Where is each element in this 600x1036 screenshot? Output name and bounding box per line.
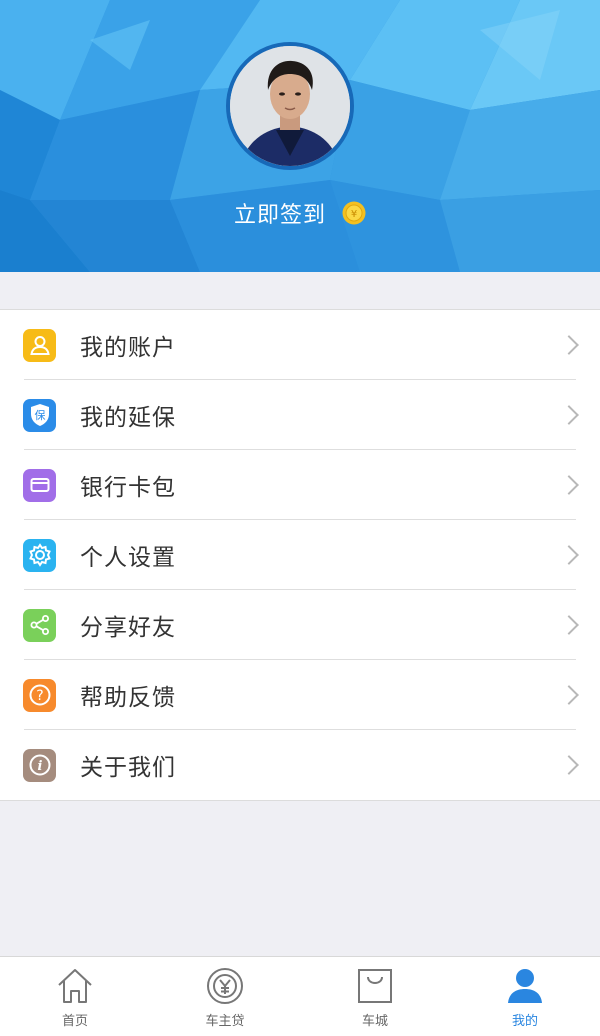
tab-label: 车主贷	[205, 1014, 245, 1029]
menu-item-share-friends[interactable]: 分享好友	[0, 590, 600, 660]
menu-label: 我的延保	[80, 405, 176, 431]
help-icon: ?	[23, 678, 56, 712]
share-icon	[23, 608, 56, 642]
tab-owner-loan[interactable]: 车主贷	[150, 957, 300, 1036]
menu-item-my-warranty[interactable]: 保 我的延保	[0, 380, 600, 450]
menu-label: 个人设置	[80, 545, 176, 571]
profile-icon	[508, 969, 542, 1003]
chevron-right-icon	[559, 755, 579, 775]
checkin-label[interactable]: 立即签到	[234, 197, 326, 229]
gear-icon	[23, 538, 56, 572]
coin-icon[interactable]: ¥	[342, 201, 366, 225]
home-icon	[58, 969, 92, 1003]
svg-text:保: 保	[34, 408, 45, 422]
shopping-bag-icon	[358, 969, 392, 1003]
menu-label: 分享好友	[80, 615, 176, 641]
tab-label: 首页	[61, 1014, 88, 1029]
tab-label: 我的	[511, 1014, 538, 1029]
chevron-right-icon	[559, 545, 579, 565]
menu-item-my-account[interactable]: 我的账户	[0, 310, 600, 380]
menu-item-about-us[interactable]: i 关于我们	[0, 730, 600, 800]
user-avatar[interactable]	[226, 42, 354, 170]
settings-menu: 我的账户 保 我的延保 银行卡包 个人设置 分享好友 ? 帮助反馈 i 关于我们	[0, 309, 600, 801]
tab-car-mall[interactable]: 车城	[300, 957, 450, 1036]
svg-text:i: i	[37, 759, 42, 774]
info-icon: i	[23, 748, 56, 782]
tab-label: 车城	[361, 1014, 388, 1029]
bottom-tab-bar: 首页 车主贷 车城 我的	[0, 956, 600, 1036]
loan-icon	[207, 968, 243, 1004]
tab-mine[interactable]: 我的	[450, 957, 600, 1036]
menu-label: 帮助反馈	[80, 685, 176, 711]
menu-item-bank-cards[interactable]: 银行卡包	[0, 450, 600, 520]
checkin-row[interactable]: 立即签到 ¥	[0, 196, 600, 230]
svg-text:?: ?	[36, 688, 43, 704]
menu-label: 我的账户	[80, 335, 176, 361]
menu-item-personal-settings[interactable]: 个人设置	[0, 520, 600, 590]
chevron-right-icon	[559, 405, 579, 425]
chevron-right-icon	[559, 475, 579, 495]
chevron-right-icon	[559, 615, 579, 635]
tab-home[interactable]: 首页	[0, 957, 150, 1036]
svg-text:¥: ¥	[351, 209, 357, 220]
profile-header: 立即签到 ¥	[0, 0, 600, 272]
chevron-right-icon	[559, 685, 579, 705]
user-avatar-icon	[230, 46, 350, 166]
card-icon	[23, 468, 56, 502]
menu-label: 银行卡包	[80, 475, 176, 501]
shield-icon: 保	[23, 398, 56, 432]
chevron-right-icon	[559, 335, 579, 355]
menu-item-help-feedback[interactable]: ? 帮助反馈	[0, 660, 600, 730]
menu-label: 关于我们	[80, 755, 176, 781]
person-icon	[23, 328, 56, 362]
